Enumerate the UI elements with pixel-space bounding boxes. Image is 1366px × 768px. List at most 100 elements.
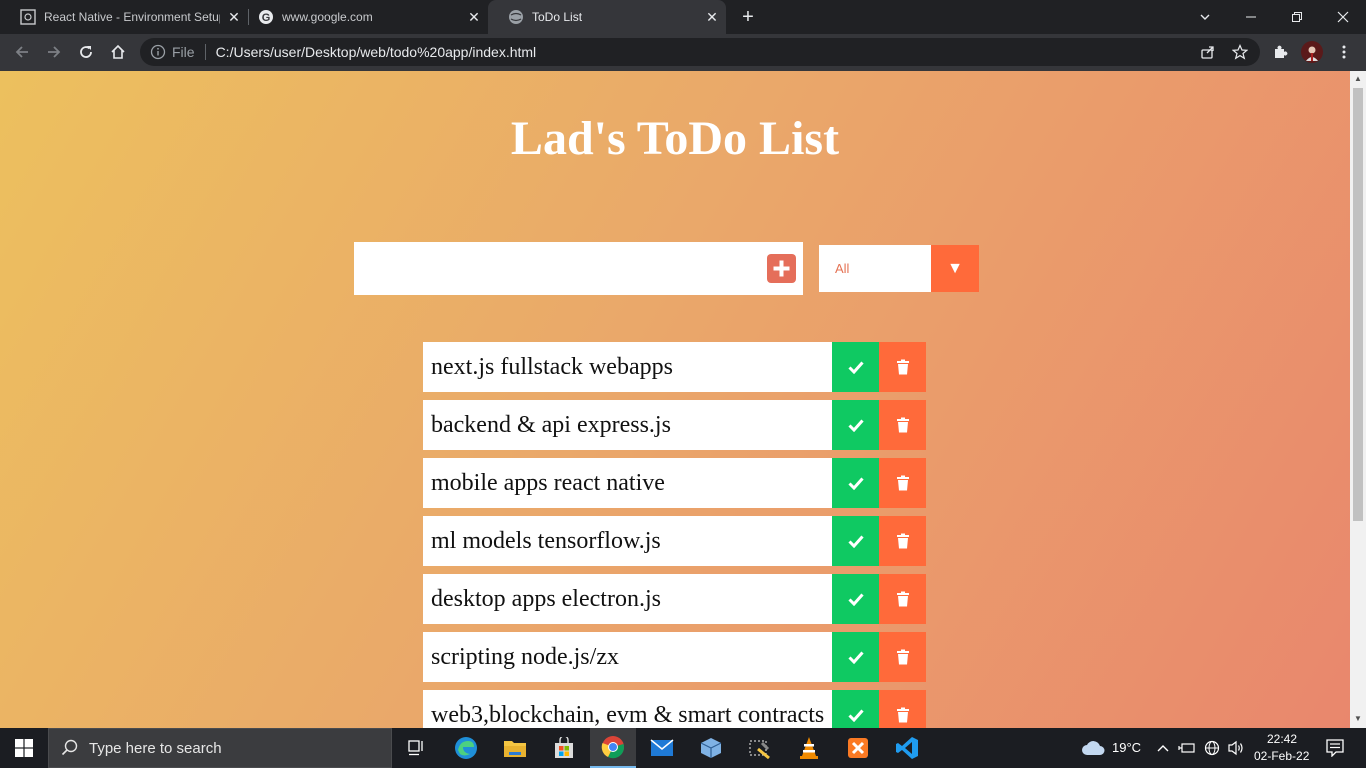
delete-button[interactable] xyxy=(879,458,926,508)
delete-button[interactable] xyxy=(879,342,926,392)
todo-text: web3,blockchain, evm & smart contracts xyxy=(423,690,832,728)
tab-todo-list[interactable]: ToDo List ✕ xyxy=(488,0,726,34)
check-icon xyxy=(847,651,864,664)
battery-button[interactable] xyxy=(1176,728,1198,768)
todo-item: scripting node.js/zx xyxy=(423,632,926,682)
tab-title: React Native - Environment Setup xyxy=(44,10,220,24)
xampp-icon xyxy=(848,738,868,758)
todo-item: backend & api express.js xyxy=(423,400,926,450)
task-view-button[interactable] xyxy=(394,728,440,768)
address-divider xyxy=(204,44,206,60)
store-app-button[interactable] xyxy=(541,728,587,768)
dropdown-arrow-icon[interactable]: ▼ xyxy=(931,245,979,292)
complete-button[interactable] xyxy=(832,516,879,566)
back-button[interactable] xyxy=(8,38,36,66)
page-scrollbar[interactable]: ▲ ▼ xyxy=(1350,71,1366,728)
tab-strip: React Native - Environment Setup ✕ G www… xyxy=(0,0,1366,34)
network-button[interactable] xyxy=(1200,728,1224,768)
virtualbox-app-button[interactable] xyxy=(688,728,734,768)
vscode-app-button[interactable] xyxy=(884,728,930,768)
windows-taskbar: Type here to search 19°C 22:42 02-Feb-22 xyxy=(0,728,1366,768)
clock-time[interactable]: 22:42 xyxy=(1267,732,1297,746)
complete-button[interactable] xyxy=(832,400,879,450)
vlc-app-button[interactable] xyxy=(786,728,832,768)
more-vertical-icon xyxy=(1342,45,1346,59)
close-tab-icon[interactable]: ✕ xyxy=(460,9,488,26)
file-explorer-button[interactable] xyxy=(492,728,538,768)
complete-button[interactable] xyxy=(832,632,879,682)
show-hidden-icons-button[interactable] xyxy=(1154,728,1172,768)
filter-select[interactable]: All ▼ xyxy=(819,245,979,292)
home-button[interactable] xyxy=(104,38,132,66)
todo-text: backend & api express.js xyxy=(423,400,832,450)
search-icon xyxy=(61,739,78,756)
start-button[interactable] xyxy=(0,728,48,768)
profile-button[interactable] xyxy=(1298,38,1326,66)
react-native-favicon-icon xyxy=(20,9,36,25)
share-icon xyxy=(1201,46,1214,59)
taskbar-search-box[interactable]: Type here to search xyxy=(48,728,392,768)
reload-button[interactable] xyxy=(72,38,100,66)
todo-text: scripting node.js/zx xyxy=(423,632,832,682)
google-favicon-icon: G xyxy=(259,10,273,24)
tab-title: ToDo List xyxy=(532,10,583,24)
extensions-button[interactable] xyxy=(1266,38,1294,66)
edge-icon xyxy=(455,737,477,759)
svg-text:G: G xyxy=(262,12,271,24)
todo-input[interactable] xyxy=(354,242,754,295)
forward-button[interactable] xyxy=(40,38,68,66)
reload-icon xyxy=(80,46,92,58)
delete-button[interactable] xyxy=(879,632,926,682)
complete-button[interactable] xyxy=(832,690,879,728)
add-todo-button[interactable] xyxy=(767,254,796,283)
trash-icon xyxy=(896,707,909,723)
share-button[interactable] xyxy=(1194,38,1222,66)
minimize-button[interactable] xyxy=(1228,0,1274,34)
edge-app-button[interactable] xyxy=(443,728,489,768)
info-icon[interactable] xyxy=(150,44,166,60)
search-placeholder: Type here to search xyxy=(89,739,222,757)
todo-item: ml models tensorflow.js xyxy=(423,516,926,566)
check-icon xyxy=(847,535,864,548)
complete-button[interactable] xyxy=(832,574,879,624)
xampp-app-button[interactable] xyxy=(835,728,881,768)
tab-react-native[interactable]: React Native - Environment Setup ✕ xyxy=(0,0,248,34)
trash-icon xyxy=(896,475,909,491)
close-window-button[interactable] xyxy=(1320,0,1366,34)
close-tab-icon[interactable]: ✕ xyxy=(698,9,726,26)
arrow-right-icon xyxy=(48,46,61,58)
scroll-down-icon[interactable]: ▼ xyxy=(1353,714,1363,724)
restore-button[interactable] xyxy=(1274,0,1320,34)
notifications-button[interactable] xyxy=(1318,728,1352,768)
complete-button[interactable] xyxy=(832,342,879,392)
complete-button[interactable] xyxy=(832,458,879,508)
tab-google[interactable]: G www.google.com ✕ xyxy=(238,0,488,34)
browser-toolbar: File C:/Users/user/Desktop/web/todo%20ap… xyxy=(0,34,1366,71)
close-icon xyxy=(1337,11,1349,23)
restore-icon xyxy=(1292,12,1302,22)
scroll-up-icon[interactable]: ▲ xyxy=(1353,74,1363,84)
delete-button[interactable] xyxy=(879,574,926,624)
delete-button[interactable] xyxy=(879,516,926,566)
bookmark-button[interactable] xyxy=(1226,38,1254,66)
delete-button[interactable] xyxy=(879,400,926,450)
minimize-icon xyxy=(1246,16,1256,18)
mail-app-button[interactable] xyxy=(639,728,685,768)
chevron-up-icon xyxy=(1157,745,1169,752)
menu-button[interactable] xyxy=(1330,38,1358,66)
todo-text: mobile apps react native xyxy=(423,458,832,508)
clock-date[interactable]: 02-Feb-22 xyxy=(1254,749,1309,763)
address-bar[interactable]: File C:/Users/user/Desktop/web/todo%20ap… xyxy=(140,38,1260,66)
chevron-down-icon xyxy=(1200,14,1210,20)
volume-button[interactable] xyxy=(1224,728,1248,768)
tools-app-button[interactable] xyxy=(737,728,783,768)
scrollbar-thumb[interactable] xyxy=(1353,88,1363,521)
trash-icon xyxy=(896,417,909,433)
folder-icon xyxy=(504,741,526,757)
tab-search-button[interactable] xyxy=(1182,0,1228,34)
chrome-app-button[interactable] xyxy=(590,728,636,768)
weather-button[interactable] xyxy=(1078,728,1108,768)
weather-temperature: 19°C xyxy=(1112,740,1142,755)
new-tab-button[interactable]: + xyxy=(736,6,760,30)
delete-button[interactable] xyxy=(879,690,926,728)
